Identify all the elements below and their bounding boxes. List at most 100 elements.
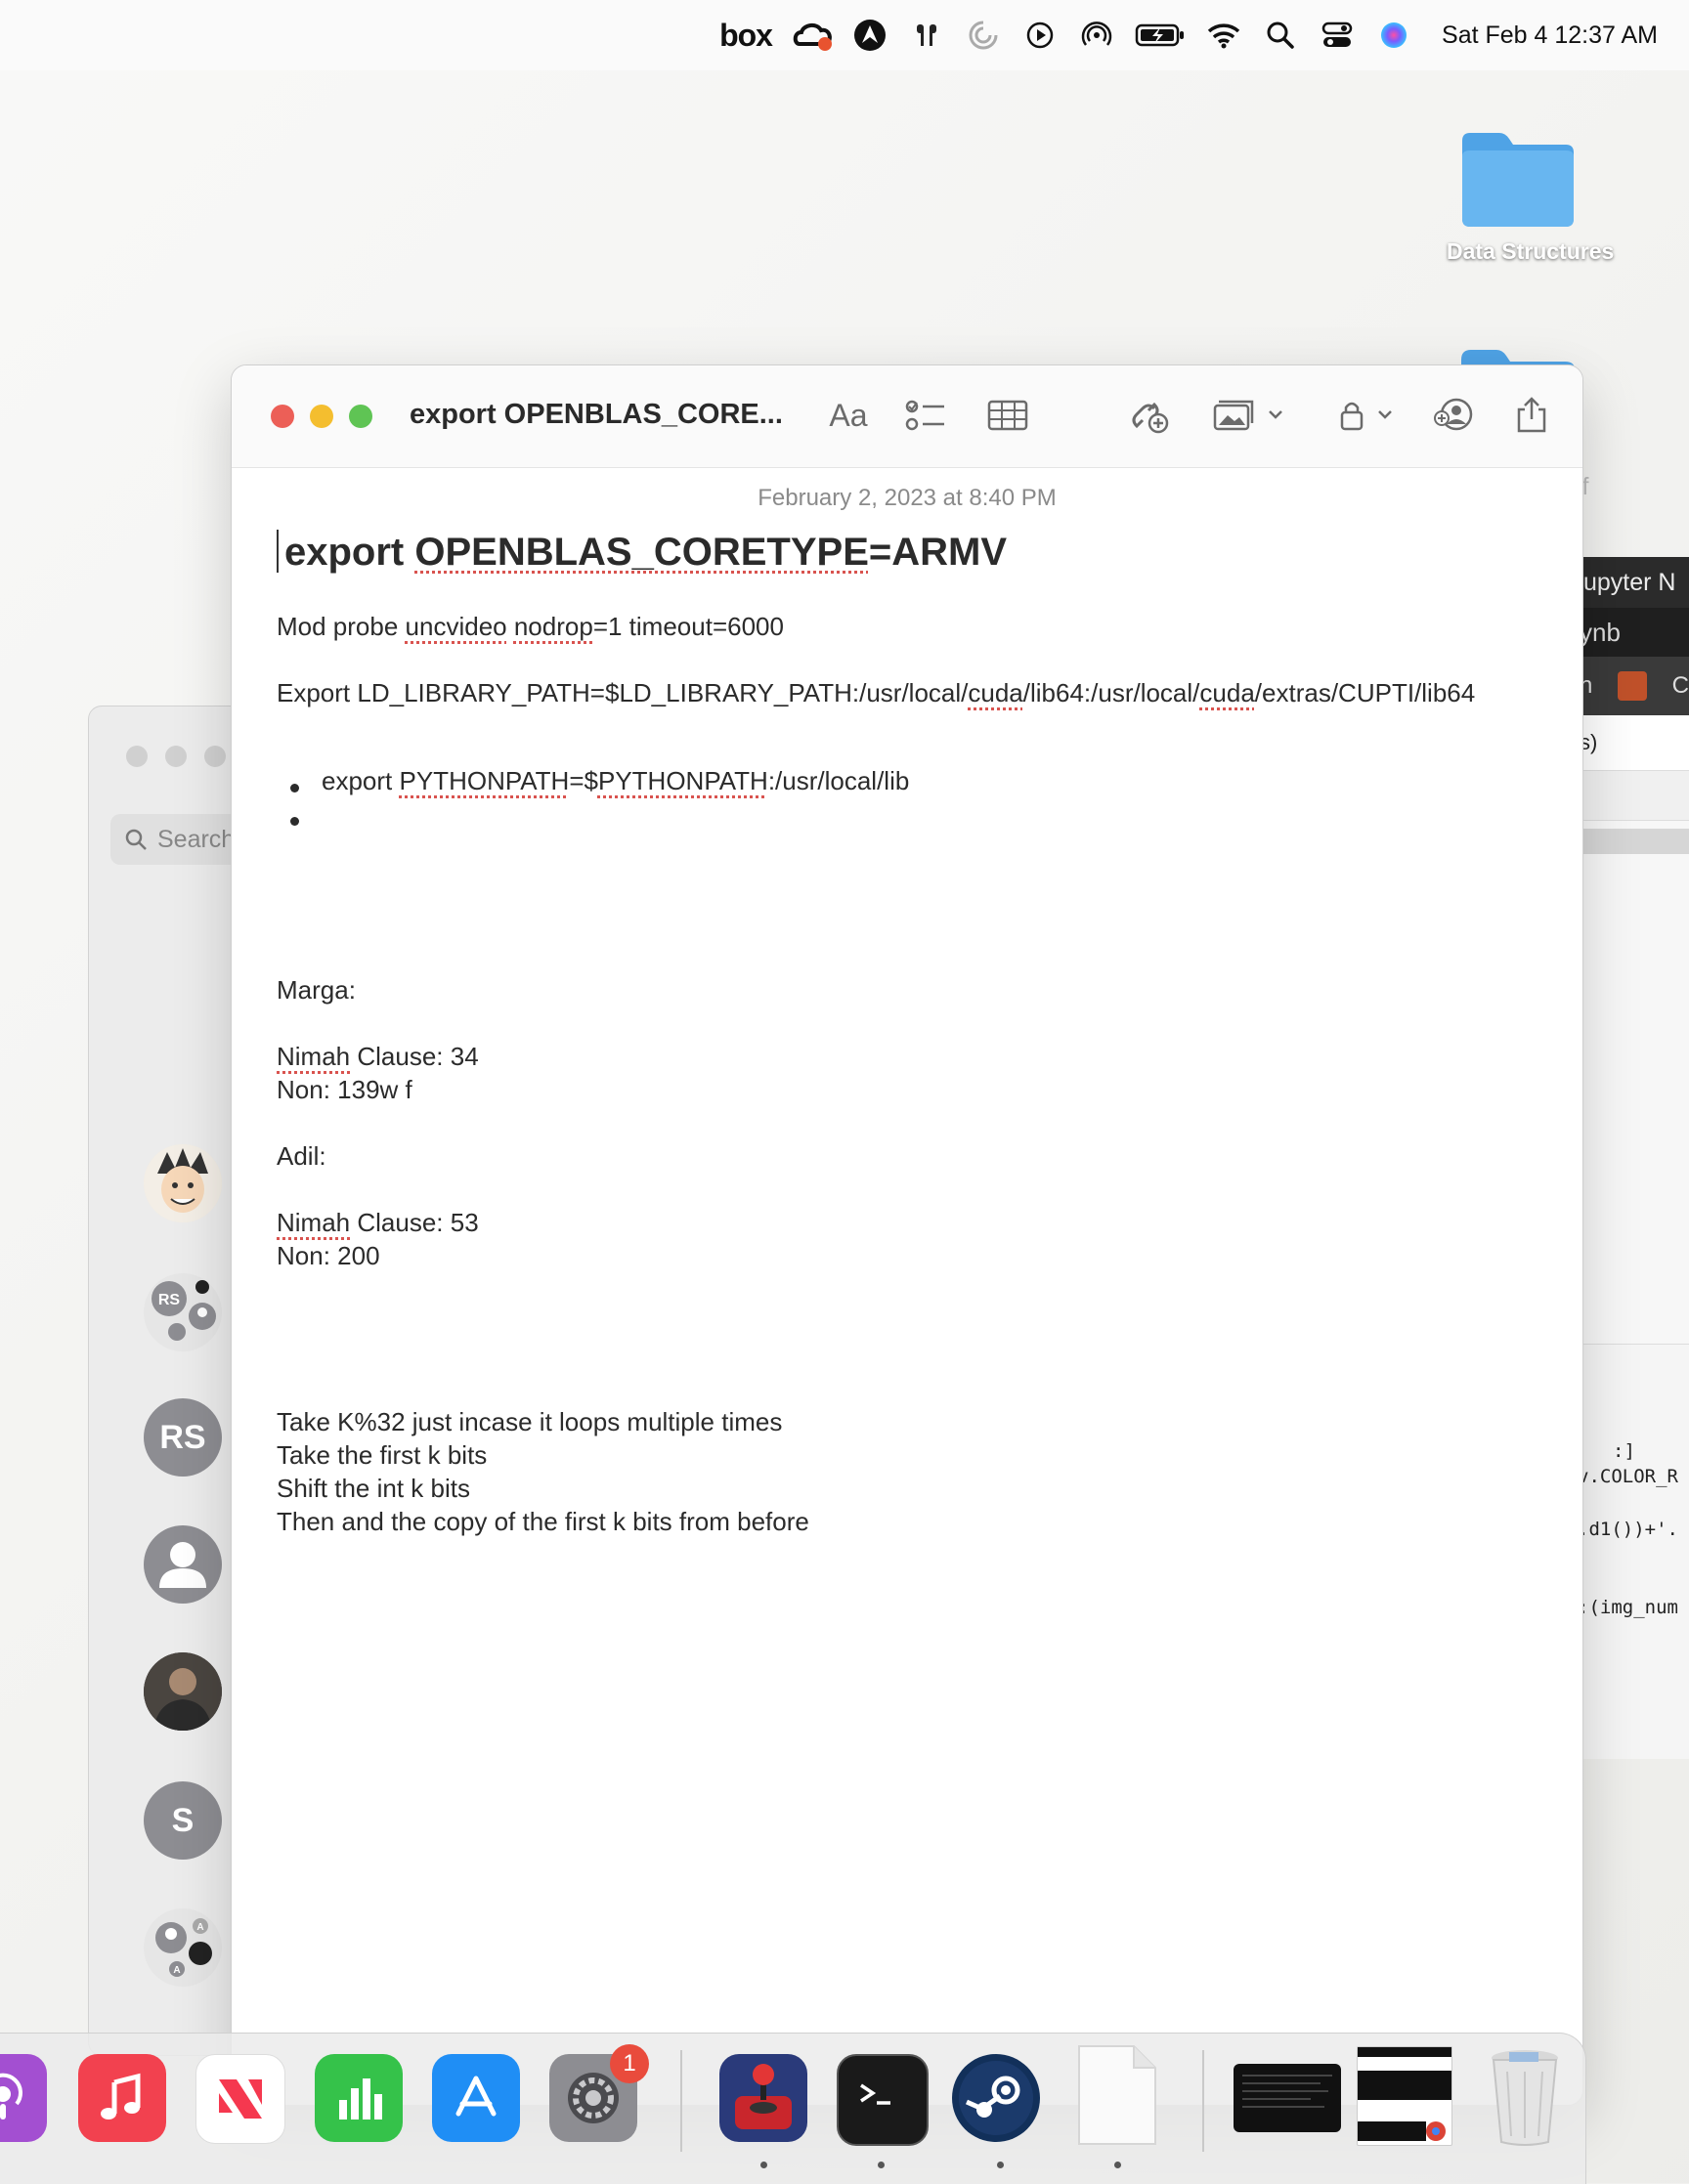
misspelled-word: PYTHONPATH bbox=[399, 766, 570, 795]
checklist-icon bbox=[905, 400, 944, 431]
terminal-icon[interactable] bbox=[837, 2054, 929, 2146]
bullet-empty[interactable] bbox=[290, 817, 299, 826]
search-input[interactable]: Search bbox=[110, 814, 245, 865]
creative-cloud-icon[interactable] bbox=[785, 0, 842, 70]
loading-icon[interactable] bbox=[955, 0, 1012, 70]
bullet-item[interactable]: export PYTHONPATH=$PYTHONPATH:/usr/local… bbox=[322, 766, 909, 796]
text: Clause: 34 bbox=[350, 1042, 479, 1071]
link-add-icon bbox=[1132, 402, 1169, 434]
avatar-rs[interactable]: RS bbox=[144, 1398, 222, 1477]
news-icon[interactable] bbox=[195, 2054, 285, 2144]
avatar-photo[interactable] bbox=[144, 1652, 222, 1731]
avatar-anime[interactable] bbox=[144, 1144, 222, 1222]
podcasts-icon[interactable] bbox=[0, 2054, 47, 2142]
folder-icon bbox=[1458, 127, 1578, 229]
note-line[interactable]: Take the first k bits bbox=[277, 1440, 487, 1471]
lock-button[interactable] bbox=[1336, 391, 1405, 440]
note-line[interactable]: Shift the int k bits bbox=[277, 1474, 470, 1504]
note-toolbar-title: export OPENBLAS_CORE... bbox=[410, 399, 783, 430]
text: Mod probe bbox=[277, 612, 406, 641]
control-center-icon[interactable] bbox=[1309, 0, 1365, 70]
note-line[interactable]: Nimah Clause: 53 bbox=[277, 1208, 479, 1238]
numbers-icon[interactable] bbox=[315, 2054, 403, 2142]
heading-misspelled: OPENBLAS_CORETYPE bbox=[414, 531, 869, 574]
jupyter-title: upyter N bbox=[1574, 557, 1689, 608]
text: :/usr/local/lib bbox=[767, 766, 910, 795]
running-indicator bbox=[878, 2162, 885, 2168]
note-editor[interactable]: February 2, 2023 at 8:40 PM export OPENB… bbox=[232, 467, 1582, 2105]
wifi-icon[interactable] bbox=[1195, 0, 1252, 70]
window-thumbnail-icon[interactable] bbox=[1234, 2064, 1341, 2132]
cursor-app-icon[interactable] bbox=[842, 0, 898, 70]
maximize-button[interactable] bbox=[204, 746, 226, 767]
avatar-group[interactable]: RS bbox=[144, 1273, 222, 1351]
airpods-icon[interactable] bbox=[898, 0, 955, 70]
desktop-folder-data-structures[interactable]: Data Structures bbox=[1447, 127, 1614, 265]
note-line[interactable]: Nimah Clause: 34 bbox=[277, 1042, 479, 1072]
checklist-button[interactable] bbox=[904, 391, 947, 440]
joystick-app-icon[interactable] bbox=[719, 2054, 807, 2142]
close-button[interactable] bbox=[271, 405, 294, 428]
search-placeholder: Search bbox=[157, 825, 236, 853]
notes-toolbar: export OPENBLAS_CORE... Aa bbox=[232, 365, 1582, 468]
minimize-button[interactable] bbox=[310, 405, 333, 428]
avatar-placeholder[interactable] bbox=[144, 1525, 222, 1604]
note-line[interactable]: Take K%32 just incase it loops multiple … bbox=[277, 1407, 782, 1437]
note-line[interactable]: Non: 139w f bbox=[277, 1075, 412, 1105]
menubar-datetime[interactable]: Sat Feb 4 12:37 AM bbox=[1442, 21, 1658, 50]
text bbox=[507, 612, 514, 641]
running-indicator bbox=[760, 2162, 767, 2168]
window-controls bbox=[126, 746, 226, 767]
jupyter-code-cell[interactable]: :] v.COLOR_R .d1())+'. :(img_num bbox=[1574, 1344, 1689, 1759]
close-button[interactable] bbox=[126, 746, 148, 767]
note-line[interactable]: Marga: bbox=[277, 975, 356, 1006]
media-button[interactable] bbox=[1211, 391, 1289, 440]
play-icon[interactable] bbox=[1012, 0, 1068, 70]
box-icon[interactable]: box bbox=[707, 0, 785, 70]
music-icon[interactable] bbox=[78, 2054, 166, 2142]
document-icon[interactable] bbox=[1075, 2044, 1157, 2146]
jupyter-tab[interactable]: ynb bbox=[1574, 608, 1689, 657]
chrome-window-thumbnail-icon[interactable] bbox=[1357, 2046, 1452, 2146]
misspelled-word: nodrop bbox=[513, 612, 593, 641]
note-date: February 2, 2023 at 8:40 PM bbox=[758, 485, 1057, 511]
misspelled-word: Nimah bbox=[277, 1208, 351, 1237]
jupyter-app-icon[interactable] bbox=[1618, 671, 1647, 701]
avatar-s[interactable]: S bbox=[144, 1781, 222, 1860]
note-line[interactable]: Non: 200 bbox=[277, 1241, 380, 1271]
maximize-button[interactable] bbox=[349, 405, 372, 428]
note-line[interactable]: Adil: bbox=[277, 1141, 326, 1172]
siri-icon[interactable] bbox=[1365, 0, 1422, 70]
share-button[interactable] bbox=[1512, 391, 1551, 440]
battery-charging-icon[interactable] bbox=[1125, 0, 1195, 70]
trash-icon[interactable] bbox=[1486, 2046, 1564, 2148]
dock-separator bbox=[680, 2050, 682, 2152]
messages-window[interactable]: Search RS RS S AA bbox=[88, 706, 246, 2056]
note-heading[interactable]: export OPENBLAS_CORETYPE=ARMV bbox=[277, 530, 1007, 575]
share-collab-button[interactable] bbox=[1432, 391, 1477, 440]
search-icon[interactable] bbox=[1252, 0, 1309, 70]
format-button[interactable]: Aa bbox=[824, 391, 873, 440]
collaborate-button[interactable] bbox=[1127, 391, 1172, 440]
avatar-initial: A bbox=[173, 1965, 180, 1976]
minimize-button[interactable] bbox=[165, 746, 187, 767]
table-button[interactable] bbox=[986, 391, 1029, 440]
avatar-group-2[interactable]: AA bbox=[144, 1908, 222, 1987]
misspelled-word: uncvideo bbox=[405, 612, 507, 641]
note-line[interactable]: Then and the copy of the first k bits fr… bbox=[277, 1507, 809, 1537]
collaboration-icon bbox=[1434, 398, 1473, 431]
app-store-icon[interactable] bbox=[432, 2054, 520, 2142]
jupyter-window[interactable]: upyter N ynb n C s) :] v.COLOR_R .d1())+… bbox=[1574, 557, 1689, 1759]
avatar-initials: RS bbox=[158, 1292, 181, 1308]
notes-window[interactable]: export OPENBLAS_CORE... Aa February 2, 2… bbox=[231, 364, 1583, 2106]
note-line[interactable]: Export LD_LIBRARY_PATH=$LD_LIBRARY_PATH:… bbox=[277, 678, 1475, 708]
avatar-initial: A bbox=[196, 1922, 203, 1933]
misspelled-word: cuda bbox=[968, 678, 1023, 707]
steam-icon[interactable] bbox=[952, 2054, 1040, 2142]
airdrop-icon[interactable] bbox=[1068, 0, 1125, 70]
note-line[interactable]: Mod probe uncvideo nodrop=1 timeout=6000 bbox=[277, 612, 784, 642]
table-icon bbox=[987, 400, 1028, 431]
heading-text: export bbox=[284, 531, 415, 574]
jupyter-bar bbox=[1574, 771, 1689, 821]
jupyter-scrollbar[interactable] bbox=[1574, 829, 1689, 854]
